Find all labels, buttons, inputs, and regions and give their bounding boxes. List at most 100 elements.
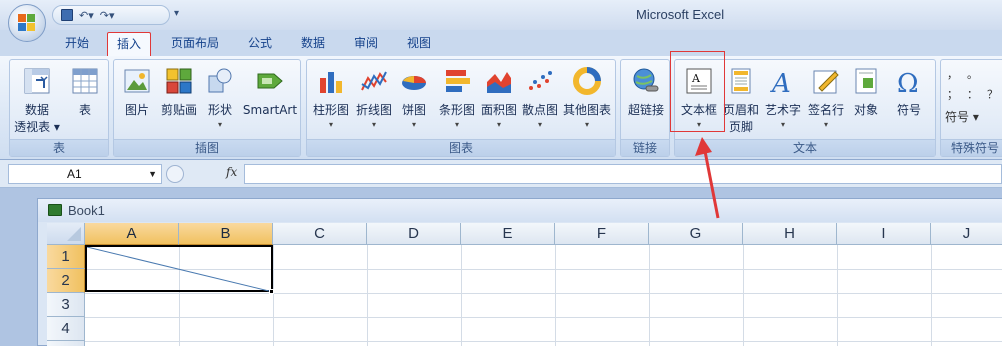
clipart-button[interactable]: 剪贴画 <box>158 60 200 140</box>
tab-formulas[interactable]: 公式 <box>240 32 280 56</box>
office-button[interactable] <box>8 4 46 42</box>
other-charts-dropdown-icon: ▾ <box>584 120 589 129</box>
tab-review[interactable]: 审阅 <box>346 32 386 56</box>
column-header-D[interactable]: D <box>367 223 461 245</box>
wordart-dropdown-icon: ▾ <box>780 120 785 129</box>
tab-insert[interactable]: 插入 <box>107 32 151 56</box>
wordart-button[interactable]: A 艺术字 ▾ <box>762 60 804 140</box>
tab-page-layout[interactable]: 页面布局 <box>164 32 226 56</box>
line-chart-button[interactable]: 折线图 ▾ <box>353 60 395 140</box>
group-title-special-symbols: 特殊符号 <box>941 139 1002 156</box>
insert-function-button[interactable]: fx <box>226 165 237 179</box>
expand-formula-icon[interactable] <box>166 165 184 183</box>
column-header-E[interactable]: E <box>461 223 555 245</box>
textbox-highlight-box <box>670 51 725 132</box>
fill-handle[interactable] <box>269 289 274 294</box>
group-title-links: 链接 <box>621 139 669 156</box>
pie-chart-icon <box>402 76 426 90</box>
column-header-F[interactable]: F <box>555 223 649 245</box>
row-header-4[interactable]: 4 <box>47 317 85 341</box>
pivot-table-icon <box>24 68 50 94</box>
symbol-question[interactable]: ？ <box>987 86 998 102</box>
svg-text:A: A <box>770 69 791 96</box>
customize-qat-icon[interactable]: ▾ <box>174 8 179 19</box>
column-chart-button[interactable]: 柱形图 ▾ <box>309 60 353 140</box>
header-footer-button[interactable]: 页眉和 页脚 <box>722 60 760 140</box>
column-header-G[interactable]: G <box>649 223 743 245</box>
column-chart-label: 柱形图 <box>312 103 349 117</box>
bar-chart-button[interactable]: 条形图 ▾ <box>435 60 479 140</box>
shapes-button[interactable]: 形状 ▾ <box>202 60 238 140</box>
area-chart-button[interactable]: 面积图 ▾ <box>479 60 519 140</box>
table-button[interactable]: 表 <box>64 60 106 140</box>
signature-line-icon <box>813 70 839 94</box>
smartart-icon <box>257 73 283 89</box>
quick-access-toolbar: ↶▾ ↷▾ <box>52 5 170 25</box>
clipart-icon <box>166 68 192 94</box>
bar-chart-dropdown-icon: ▾ <box>454 120 459 129</box>
column-header-A[interactable]: A <box>85 223 179 245</box>
symbols-menu-button[interactable]: 符号 ▾ <box>945 108 979 125</box>
pie-chart-label: 饼图 <box>401 103 426 117</box>
ribbon: 数据 透视表 ▾ 表 表 图片 剪贴画 形状 ▾ SmartArt 插图 柱形图… <box>0 56 1002 160</box>
pivot-table-button[interactable]: 数据 透视表 ▾ <box>12 60 62 140</box>
object-button[interactable]: 对象 <box>848 60 884 140</box>
column-header-H[interactable]: H <box>743 223 837 245</box>
selected-range-A1-B2[interactable] <box>85 245 273 292</box>
group-title-tables: 表 <box>10 139 108 156</box>
undo-icon[interactable]: ↶▾ <box>79 9 94 22</box>
formula-input[interactable] <box>244 164 1002 184</box>
save-icon[interactable] <box>61 9 73 21</box>
line-chart-label: 折线图 <box>355 103 392 117</box>
window-title: Microsoft Excel <box>636 7 725 22</box>
title-bar: ↶▾ ↷▾ ▾ Microsoft Excel <box>0 0 1002 30</box>
picture-icon <box>124 69 150 93</box>
row-header-3[interactable]: 3 <box>47 293 85 317</box>
row-header-1[interactable]: 1 <box>47 245 85 269</box>
smartart-button[interactable]: SmartArt <box>240 60 300 140</box>
column-header-B[interactable]: B <box>179 223 273 245</box>
clipart-label: 剪贴画 <box>160 103 197 117</box>
select-all-button[interactable] <box>47 223 85 245</box>
group-title-illustrations: 插图 <box>114 139 300 156</box>
hyperlink-icon <box>633 68 659 92</box>
pie-chart-button[interactable]: 饼图 ▾ <box>395 60 433 140</box>
gridline <box>85 341 1002 342</box>
group-title-text: 文本 <box>675 139 935 156</box>
symbol-semicolon[interactable]: ； <box>947 86 958 102</box>
symbol-period[interactable]: 。 <box>967 66 978 82</box>
wordart-icon: A <box>770 69 791 96</box>
symbol-button[interactable]: Ω 符号 <box>886 60 932 140</box>
wordart-label: 艺术字 <box>764 103 801 117</box>
formula-bar: A1 ▼ fx <box>0 160 1002 188</box>
column-header-C[interactable]: C <box>273 223 367 245</box>
row-header-2[interactable]: 2 <box>47 269 85 293</box>
column-header-I[interactable]: I <box>837 223 931 245</box>
signature-line-button[interactable]: 签名行 ▾ <box>804 60 848 140</box>
hyperlink-button[interactable]: 超链接 <box>623 60 669 140</box>
picture-button[interactable]: 图片 <box>118 60 156 140</box>
gridline <box>273 245 274 346</box>
name-box[interactable]: A1 ▼ <box>8 164 162 184</box>
name-box-dropdown-icon[interactable]: ▼ <box>148 165 157 183</box>
workbook-name: Book1 <box>68 203 105 218</box>
gridline <box>555 245 556 346</box>
column-header-J[interactable]: J <box>931 223 1002 245</box>
scatter-chart-button[interactable]: 散点图 ▾ <box>519 60 561 140</box>
workbook-titlebar: Book1 <box>38 199 1002 222</box>
tab-home[interactable]: 开始 <box>56 32 98 56</box>
group-title-charts: 图表 <box>307 139 615 156</box>
gridline <box>85 293 1002 294</box>
signature-line-label: 签名行 <box>807 103 844 117</box>
worksheet-grid[interactable]: A B C D E F G H I J 1 2 3 4 <box>47 223 1002 346</box>
other-charts-button[interactable]: 其他图表 ▾ <box>561 60 613 140</box>
group-special-symbols: ， 。 ； ： ？ 符号 ▾ 特殊符号 <box>940 59 1002 157</box>
row-header-5[interactable] <box>47 341 85 346</box>
symbol-comma[interactable]: ， <box>947 66 958 82</box>
symbol-colon[interactable]: ： <box>967 86 978 102</box>
office-logo-icon <box>18 14 36 32</box>
redo-icon[interactable]: ↷▾ <box>100 9 115 22</box>
tab-data[interactable]: 数据 <box>293 32 333 56</box>
column-chart-icon <box>320 72 342 93</box>
tab-view[interactable]: 视图 <box>399 32 439 56</box>
